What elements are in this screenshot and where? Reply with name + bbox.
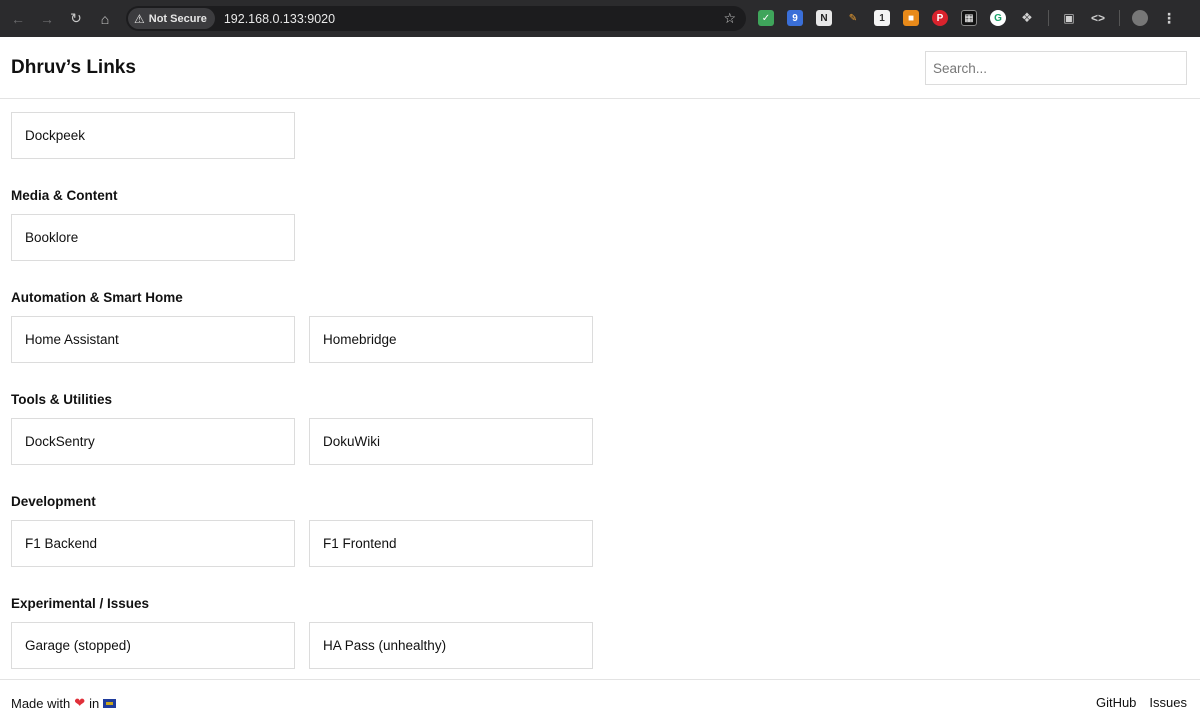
devtools-icon[interactable]: <> <box>1090 10 1106 26</box>
bookmark-star-icon[interactable]: ☆ <box>723 10 736 27</box>
app-header: Dhruv’s Links <box>0 37 1200 99</box>
heart-icon: ❤ <box>74 695 86 710</box>
link-groups: Dockpeek Media & Content Booklore Automa… <box>11 112 1191 669</box>
reload-icon[interactable]: ↻ <box>65 8 87 30</box>
link-card-ha-pass[interactable]: HA Pass (unhealthy) <box>309 622 593 669</box>
toolbar-separator-2 <box>1119 10 1120 26</box>
tab-search-icon[interactable]: ▣ <box>1061 10 1077 26</box>
link-card-booklore[interactable]: Booklore <box>11 214 295 261</box>
home-icon[interactable]: ⌂ <box>94 8 116 30</box>
link-card-garage[interactable]: Garage (stopped) <box>11 622 295 669</box>
link-group-experimental: Experimental / Issues Garage (stopped) H… <box>11 596 1191 669</box>
link-group-media: Media & Content Booklore <box>11 188 1191 261</box>
notion-extension-icon[interactable]: N <box>816 10 832 26</box>
link-card-homebridge[interactable]: Homebridge <box>309 316 593 363</box>
pencil-extension-icon[interactable]: ✎ <box>845 10 861 26</box>
group-heading: Automation & Smart Home <box>11 290 183 305</box>
link-card-f1-frontend[interactable]: F1 Frontend <box>309 520 593 567</box>
search-input[interactable] <box>925 51 1187 85</box>
group-heading: Development <box>11 494 96 509</box>
group-heading: Media & Content <box>11 188 118 203</box>
made-with-label: Made with <box>11 695 71 711</box>
profile-avatar-icon[interactable] <box>1132 10 1148 26</box>
pinterest-extension-icon[interactable]: P <box>932 10 948 26</box>
warning-icon: ⚠ <box>134 11 145 26</box>
grammarly-extension-icon[interactable]: G <box>990 10 1006 26</box>
github-link[interactable]: GitHub <box>1096 695 1136 710</box>
link-group-development: Development F1 Backend F1 Frontend <box>11 494 1191 567</box>
extension-icons: ✓ 9 N ✎ 1 ■ P ▦ G ❖ ▣ <> ⋮ <box>758 7 1190 29</box>
forward-icon[interactable]: → <box>36 8 58 30</box>
back-icon[interactable]: ← <box>7 8 29 30</box>
orange-extension-icon[interactable]: ■ <box>903 10 919 26</box>
issues-link[interactable]: Issues <box>1149 695 1187 710</box>
in-label: in <box>89 695 100 711</box>
toolbar-separator <box>1048 10 1049 26</box>
page-title: Dhruv’s Links <box>11 57 136 78</box>
shield-extension-icon[interactable]: ✓ <box>758 10 774 26</box>
group-heading: Tools & Utilities <box>11 392 113 407</box>
link-card-home-assistant[interactable]: Home Assistant <box>11 316 295 363</box>
link-group-automation: Automation & Smart Home Home Assistant H… <box>11 290 1191 363</box>
browser-toolbar: ← → ↻ ⌂ ⚠ Not Secure 192.168.0.133:9020 … <box>0 0 1200 37</box>
made-with-text: Made with ❤ in <box>11 695 117 711</box>
address-bar[interactable]: ⚠ Not Secure 192.168.0.133:9020 ☆ <box>126 6 746 31</box>
page-footer: Made with ❤ in GitHub Issues <box>0 679 1200 716</box>
flag-icon <box>103 698 117 708</box>
reader-extension-icon[interactable]: ▦ <box>961 10 977 26</box>
menu-icon[interactable]: ⋮ <box>1161 10 1177 26</box>
extensions-icon[interactable]: ❖ <box>1019 10 1035 26</box>
security-label: Not Secure <box>148 12 207 25</box>
footer-links: GitHub Issues <box>1096 695 1187 710</box>
link-card-dokuwiki[interactable]: DokuWiki <box>309 418 593 465</box>
link-card-docksentry[interactable]: DockSentry <box>11 418 295 465</box>
link-card-dockpeek[interactable]: Dockpeek <box>11 112 295 159</box>
url-text[interactable]: 192.168.0.133:9020 <box>224 12 335 26</box>
security-indicator[interactable]: ⚠ Not Secure <box>128 8 215 29</box>
link-group-uncategorized: Dockpeek <box>11 112 1191 159</box>
group-heading: Experimental / Issues <box>11 596 150 611</box>
notification-extension-icon[interactable]: 9 <box>787 10 803 26</box>
note-extension-icon[interactable]: 1 <box>874 10 890 26</box>
link-card-f1-backend[interactable]: F1 Backend <box>11 520 295 567</box>
link-group-tools: Tools & Utilities DockSentry DokuWiki <box>11 392 1191 465</box>
